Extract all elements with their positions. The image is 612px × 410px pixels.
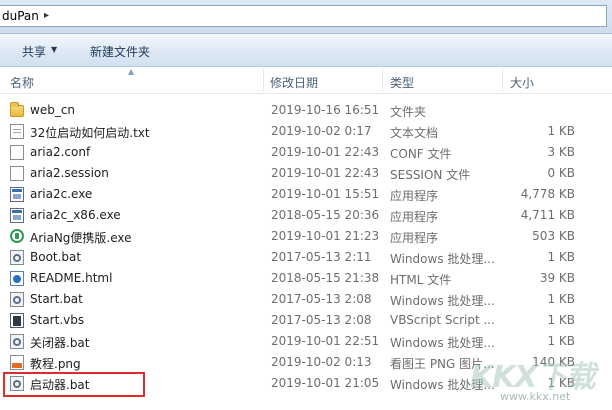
vbscript-icon — [10, 313, 24, 328]
file-name: aria2c_x86.exe — [30, 208, 121, 222]
exe-icon — [10, 208, 24, 223]
file-type: 应用程序 — [390, 210, 439, 224]
file-type: CONF 文件 — [390, 147, 452, 161]
file-row[interactable]: 关闭器.bat 2019-10-01 22:51 Windows 批处理... … — [0, 331, 612, 352]
file-name: README.html — [30, 271, 113, 285]
column-header-date[interactable]: 修改日期 — [270, 74, 318, 91]
file-size: 140 KB — [532, 355, 575, 369]
file-type: Windows 批处理... — [390, 336, 495, 350]
file-name: web_cn — [30, 103, 76, 117]
address-bar[interactable]: duPan ▸ — [0, 5, 607, 27]
file-size: 3 KB — [547, 145, 575, 159]
file-type: Windows 批处理... — [390, 378, 495, 392]
file-date: 2017-05-13 2:08 — [271, 292, 372, 306]
batch-file-icon — [10, 292, 24, 307]
file-date: 2019-10-02 0:17 — [271, 124, 372, 138]
file-row[interactable]: Boot.bat 2017-05-13 2:11 Windows 批处理... … — [0, 247, 612, 268]
file-type: 文件夹 — [390, 105, 427, 119]
file-size: 1 KB — [547, 334, 575, 348]
file-row[interactable]: README.html 2018-05-15 21:38 HTML 文件 39 … — [0, 268, 612, 289]
file-name: aria2.conf — [30, 145, 91, 159]
png-image-icon — [10, 355, 24, 370]
breadcrumb-chevron-icon[interactable]: ▸ — [44, 10, 49, 21]
column-header-size[interactable]: 大小 — [510, 74, 534, 91]
file-date: 2019-10-01 21:23 — [271, 229, 380, 243]
share-button[interactable]: 共享 — [22, 43, 46, 60]
file-date: 2018-05-15 20:36 — [271, 208, 380, 222]
file-type: HTML 文件 — [390, 273, 452, 287]
batch-file-icon — [10, 334, 24, 349]
file-name: Start.vbs — [30, 313, 85, 327]
column-header: 名称 ▲ 修改日期 类型 大小 — [0, 67, 612, 94]
file-list: web_cn 2019-10-16 16:51 文件夹 32位启动如何启动.tx… — [0, 100, 612, 394]
file-date: 2019-10-01 22:43 — [271, 166, 380, 180]
file-name: AriaNg便携版.exe — [30, 231, 132, 245]
file-date: 2018-05-15 21:38 — [271, 271, 380, 285]
file-type: 看图王 PNG 图片... — [390, 357, 495, 371]
file-row[interactable]: Start.vbs 2017-05-13 2:08 VBScript Scrip… — [0, 310, 612, 331]
file-name: aria2c.exe — [30, 187, 93, 201]
file-date: 2019-10-01 21:05 — [271, 376, 380, 390]
file-name: Start.bat — [30, 292, 83, 306]
file-type: 应用程序 — [390, 231, 439, 245]
html-file-icon — [10, 271, 24, 286]
file-type: SESSION 文件 — [390, 168, 471, 182]
file-row[interactable]: 32位启动如何启动.txt 2019-10-02 0:17 文本文档 1 KB — [0, 121, 612, 142]
address-path[interactable]: duPan — [2, 9, 39, 23]
file-date: 2017-05-13 2:11 — [271, 250, 372, 264]
file-row[interactable]: aria2c_x86.exe 2018-05-15 20:36 应用程序 4,7… — [0, 205, 612, 226]
file-row[interactable]: aria2c.exe 2019-10-01 15:51 应用程序 4,778 K… — [0, 184, 612, 205]
file-size: 1 KB — [547, 124, 575, 138]
column-header-type[interactable]: 类型 — [390, 74, 414, 91]
new-folder-button[interactable]: 新建文件夹 — [90, 43, 150, 60]
file-row[interactable]: Start.bat 2017-05-13 2:08 Windows 批处理...… — [0, 289, 612, 310]
blank-file-icon — [10, 166, 24, 181]
file-date: 2019-10-01 22:51 — [271, 334, 380, 348]
file-type: Windows 批处理... — [390, 252, 495, 266]
file-type: 文本文档 — [390, 126, 439, 140]
column-divider[interactable] — [502, 69, 503, 91]
file-date: 2017-05-13 2:08 — [271, 313, 372, 327]
file-date: 2019-10-01 15:51 — [271, 187, 380, 201]
file-row[interactable]: AriaNg便携版.exe 2019-10-01 21:23 应用程序 503 … — [0, 226, 612, 247]
exe-icon — [10, 187, 24, 202]
column-divider[interactable] — [263, 69, 264, 91]
column-divider[interactable] — [382, 69, 383, 91]
file-size: 4,778 KB — [520, 187, 575, 201]
file-name: aria2.session — [30, 166, 109, 180]
file-size: 39 KB — [539, 271, 575, 285]
file-date: 2019-10-02 0:13 — [271, 355, 372, 369]
file-size: 1 KB — [547, 292, 575, 306]
file-row[interactable]: aria2.session 2019-10-01 22:43 SESSION 文… — [0, 163, 612, 184]
file-date: 2019-10-16 16:51 — [271, 103, 380, 117]
folder-icon — [10, 102, 24, 117]
file-size: 1 KB — [547, 250, 575, 264]
address-bar-region: duPan ▸ — [0, 0, 612, 34]
file-row[interactable]: aria2.conf 2019-10-01 22:43 CONF 文件 3 KB — [0, 142, 612, 163]
file-type: 应用程序 — [390, 189, 439, 203]
column-header-name[interactable]: 名称 — [10, 74, 34, 91]
file-name: 关闭器.bat — [30, 336, 90, 350]
file-row[interactable]: web_cn 2019-10-16 16:51 文件夹 — [0, 100, 612, 121]
file-type: Windows 批处理... — [390, 294, 495, 308]
file-row[interactable]: 教程.png 2019-10-02 0:13 看图王 PNG 图片... 140… — [0, 352, 612, 373]
file-size: 0 KB — [547, 166, 575, 180]
text-document-icon — [10, 124, 24, 139]
share-dropdown-arrow-icon[interactable]: ▼ — [51, 45, 57, 54]
sort-ascending-icon: ▲ — [128, 67, 135, 76]
highlight-box — [3, 372, 145, 397]
file-name: Boot.bat — [30, 250, 82, 264]
file-size: 1 KB — [547, 313, 575, 327]
batch-file-icon — [10, 250, 24, 265]
file-size: 503 KB — [532, 229, 575, 243]
file-size: 1 KB — [547, 376, 575, 390]
file-name: 教程.png — [30, 357, 81, 371]
file-type: VBScript Script ... — [390, 313, 495, 327]
file-name: 32位启动如何启动.txt — [30, 126, 150, 140]
ariang-icon — [10, 229, 24, 243]
blank-file-icon — [10, 145, 24, 160]
command-bar: 共享 ▼ 新建文件夹 — [0, 34, 612, 67]
file-size: 4,711 KB — [520, 208, 575, 222]
file-date: 2019-10-01 22:43 — [271, 145, 380, 159]
